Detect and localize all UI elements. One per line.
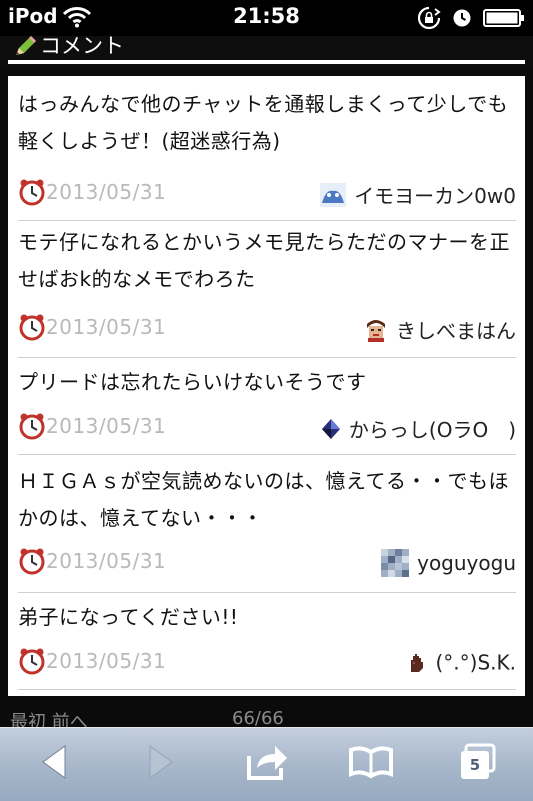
tabs-count: 5 (469, 756, 481, 774)
comment-item: モテ仔になれるとかいうメモ見たらただのマナーを正せばおk的なメモでわろた 201… (18, 221, 516, 358)
header-divider (8, 60, 525, 64)
status-icons (411, 6, 525, 30)
avatar-hand-icon (411, 653, 424, 672)
comments-panel: はっみんなで他のチャットを通報しまくって少しでも軽くしようぜ！(超迷惑行為) 2… (8, 76, 525, 696)
comment-author[interactable]: イモヨーカン0w0 (319, 180, 516, 208)
tabs-button[interactable]: 5 (452, 742, 504, 788)
forward-icon (149, 745, 173, 779)
pager: 最初 前へ 66/66 (10, 708, 523, 733)
rotation-lock-icon (417, 6, 441, 30)
comment-date: 2013/05/31 (46, 180, 167, 204)
section-title: コメント (40, 34, 124, 58)
comment-text: 弟子になってください!! (18, 605, 239, 629)
comment-meta: 2013/05/31 イモヨーカン0w0 (18, 178, 516, 208)
share-icon (247, 746, 287, 780)
browser-toolbar: 5 (0, 727, 533, 801)
comment-date: 2013/05/31 (46, 315, 167, 339)
alarm-clock-icon (19, 314, 45, 341)
comment-text: モテ仔になれるとかいうメモ見たらただのマナーを正せばおk的なメモでわろた (18, 230, 510, 291)
comment-text: はっみんなで他のチャットを通報しまくって少しでも軽くしようぜ！(超迷惑行為) (18, 92, 509, 153)
back-icon (42, 745, 66, 779)
comment-meta: 2013/05/31 (°.°)S.K. (18, 647, 516, 677)
alarm-clock-icon (19, 179, 45, 206)
comment-item: 弟子になってください!! 2013/05/31 (°.°)S.K. (18, 593, 516, 690)
comment-date: 2013/05/31 (46, 549, 167, 573)
comment-item: はっみんなで他のチャットを通報しまくって少しでも軽くしようぜ！(超迷惑行為) 2… (18, 86, 516, 221)
pager-count: 66/66 (232, 708, 284, 729)
comment-meta: 2013/05/31 からっし(OラO ) (18, 412, 516, 442)
pencil-icon (16, 36, 36, 55)
alarm-clock-icon (453, 9, 471, 27)
alarm-clock-icon (19, 648, 45, 675)
avatar-pixel-icon (380, 549, 409, 577)
comment-item: プリードは忘れたらいけないそうです 2013/05/31 からっし(OラO ) (18, 358, 516, 455)
battery-icon (483, 9, 524, 27)
bookmarks-button[interactable] (345, 742, 397, 788)
back-button[interactable] (28, 742, 80, 788)
alarm-clock-icon (19, 548, 45, 575)
avatar-diamond-icon (321, 418, 340, 439)
comment-date: 2013/05/31 (46, 649, 167, 673)
avatar-blue-blob-icon (319, 182, 346, 207)
bookmarks-icon (349, 746, 393, 779)
alarm-clock-icon (19, 413, 45, 440)
avatar-character-icon (363, 317, 388, 342)
forward-button[interactable] (135, 742, 187, 788)
comment-meta: 2013/05/31 きしべまはん (18, 313, 516, 343)
comment-date: 2013/05/31 (46, 414, 167, 438)
comment-item: ＨＩＧＡｓが空気読めないのは、憶えてる・・でもほかのは、憶えてない・・・ 201… (18, 455, 516, 593)
share-button[interactable] (241, 742, 293, 788)
comment-text: ＨＩＧＡｓが空気読めないのは、憶えてる・・でもほかのは、憶えてない・・・ (18, 469, 509, 530)
comment-text: プリードは忘れたらいけないそうです (18, 370, 367, 394)
comment-meta: 2013/05/31 yoguyogu (18, 547, 516, 577)
comment-author[interactable]: (°.°)S.K. (407, 649, 516, 677)
comment-author[interactable]: きしべまはん (363, 315, 516, 343)
comment-author[interactable]: からっし(OラO ) (321, 414, 516, 442)
comment-author[interactable]: yoguyogu (380, 549, 516, 577)
